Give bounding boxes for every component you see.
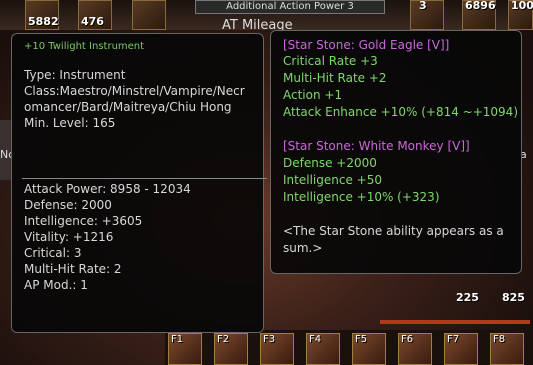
item-tooltip: +10 Twilight Instrument Type: Instrument… <box>11 33 267 333</box>
slot-count: 5882 <box>28 15 59 28</box>
white-monkey-stat: Defense +2000 <box>283 156 377 170</box>
item-class-line2: omancer/Bard/Maitreya/Chiu Hong <box>24 100 232 114</box>
hotkey-f5[interactable]: F5 <box>352 333 386 365</box>
tooltip-divider <box>22 178 267 179</box>
hotkey-f6[interactable]: F6 <box>398 333 432 365</box>
star-stone-tooltip: [Star Stone: Gold Eagle [V]] Critical Ra… <box>270 30 522 274</box>
stat-vitality: Vitality: +1216 <box>24 230 114 244</box>
gold-eagle-stat: Action +1 <box>283 88 343 102</box>
stat-critical: Critical: 3 <box>24 246 82 260</box>
item-min-level: Min. Level: 165 <box>24 116 116 130</box>
item-type: Type: Instrument <box>24 68 126 82</box>
slot-count: 100 <box>511 0 533 12</box>
hotkey-label: F4 <box>309 334 322 345</box>
inventory-slot-6[interactable]: 100 <box>508 0 533 30</box>
white-monkey-stat: Intelligence +10% (+323) <box>283 190 440 204</box>
item-class-line1: Class:Maestro/Minstrel/Vampire/Necr <box>24 84 245 98</box>
stat-multi-hit-rate: Multi-Hit Rate: 2 <box>24 262 122 276</box>
hotkey-f8[interactable]: F8 <box>490 333 524 365</box>
action-power-bar: Additional Action Power 3 <box>195 0 385 14</box>
inventory-slot-1[interactable]: 5882 <box>25 0 59 30</box>
inventory-slot-2[interactable]: 476 <box>78 0 112 30</box>
hotkey-label: F1 <box>171 334 184 345</box>
hotkey-f4[interactable]: F4 <box>306 333 340 365</box>
slot-count: 3 <box>419 0 427 12</box>
hotkey-f7[interactable]: F7 <box>444 333 478 365</box>
hotkey-label: F6 <box>401 334 414 345</box>
white-monkey-title: [Star Stone: White Monkey [V]] <box>283 139 470 153</box>
hotkey-f2[interactable]: F2 <box>214 333 248 365</box>
item-count-b: 825 <box>502 291 525 304</box>
hotkey-label: F5 <box>355 334 368 345</box>
hotkey-label: F8 <box>493 334 506 345</box>
hp-bar <box>380 320 530 324</box>
stat-ap-mod: AP Mod.: 1 <box>24 278 88 292</box>
item-name: +10 Twilight Instrument <box>24 41 145 52</box>
star-stone-note-line2: sum.> <box>283 241 323 255</box>
stat-attack-power: Attack Power: 8958 - 12034 <box>24 182 191 196</box>
hotkey-f3[interactable]: F3 <box>260 333 294 365</box>
gold-eagle-stat: Attack Enhance +10% (+814 ~+1094) <box>283 105 518 119</box>
star-stone-note-line1: <The Star Stone ability appears as a <box>283 224 504 238</box>
hotkey-label: F3 <box>263 334 276 345</box>
gold-eagle-stat: Multi-Hit Rate +2 <box>283 71 387 85</box>
gold-eagle-stat: Critical Rate +3 <box>283 54 378 68</box>
inventory-slot-4[interactable]: 3 <box>410 0 444 30</box>
hotkey-label: F2 <box>217 334 230 345</box>
inventory-slot-3[interactable] <box>132 0 166 30</box>
hotkey-label: F7 <box>447 334 460 345</box>
stat-intelligence: Intelligence: +3605 <box>24 214 143 228</box>
inventory-slot-5[interactable]: 6896 <box>462 0 496 30</box>
stat-defense: Defense: 2000 <box>24 198 112 212</box>
slot-count: 6896 <box>465 0 496 12</box>
gold-eagle-title: [Star Stone: Gold Eagle [V]] <box>283 38 450 52</box>
slot-count: 476 <box>81 15 104 28</box>
item-count-a: 225 <box>456 291 479 304</box>
white-monkey-stat: Intelligence +50 <box>283 173 382 187</box>
hotkey-f1[interactable]: F1 <box>168 333 202 365</box>
